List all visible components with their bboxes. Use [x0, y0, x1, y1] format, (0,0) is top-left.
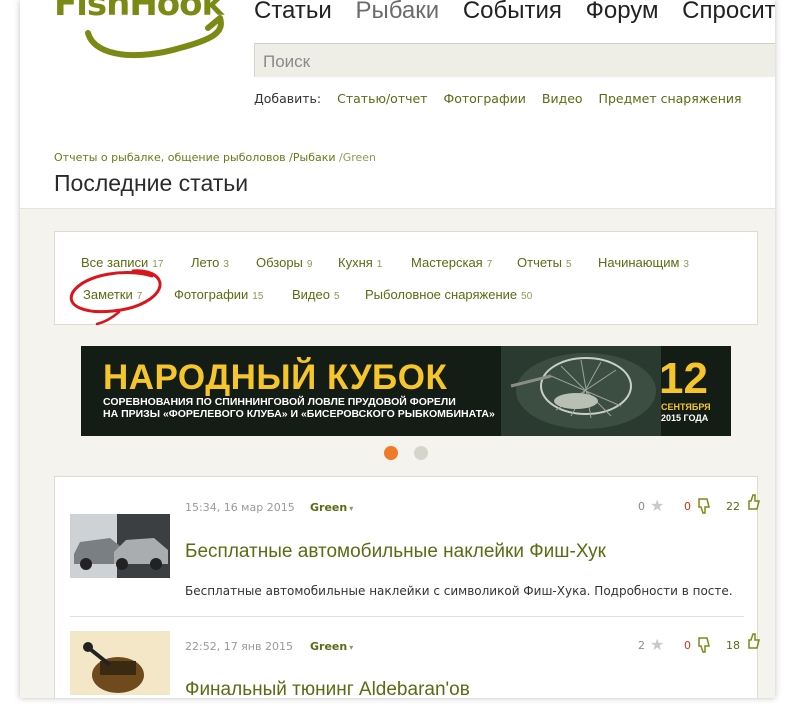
breadcrumb-fishermen[interactable]: /Рыбаки: [289, 151, 335, 164]
filter-label: Видео: [292, 287, 330, 302]
banner-subtitle: СОРЕВНОВАНИЯ ПО СПИННИНГОВОЙ ЛОВЛЕ ПРУДО…: [103, 396, 456, 408]
filter-gear[interactable]: Рыболовное снаряжение 50: [365, 287, 532, 302]
star-icon[interactable]: ★: [650, 635, 664, 654]
add-content-bar: Добавить: Статью/отчет Фотографии Видео …: [254, 91, 754, 106]
add-article-link[interactable]: Статью/отчет: [337, 91, 427, 106]
filter-kitchen[interactable]: Кухня 1: [338, 255, 382, 270]
filter-count: 5: [565, 259, 572, 270]
post-date: 15:34, 16 мар 2015: [185, 501, 295, 514]
fishing-reel-image-icon: [70, 631, 170, 695]
favorites-count: 0: [638, 500, 645, 513]
post-divider: [70, 616, 744, 617]
category-filters: Все записи 17 Лето 3 Обзоры 9 Кухня 1 Мастер…: [54, 231, 758, 326]
filter-reviews[interactable]: Обзоры 9: [256, 255, 312, 270]
nav-articles[interactable]: Статьи: [254, 0, 332, 24]
filter-photos[interactable]: Фотографии 15: [174, 287, 263, 302]
chevron-down-icon: ▾: [349, 643, 354, 652]
filter-beginners[interactable]: Начинающим 3: [598, 255, 689, 270]
breadcrumb-home[interactable]: Отчеты о рыбалке, общение рыболовов: [54, 151, 286, 164]
main-nav: Статьи Рыбаки События Форум Спросит: [254, 0, 775, 25]
post-author[interactable]: Green ▾: [310, 501, 353, 514]
logo-wordmark: FishHook: [54, 0, 224, 24]
star-icon[interactable]: ★: [650, 496, 664, 515]
filter-count: 3: [683, 259, 689, 270]
post-date: 22:52, 17 янв 2015: [185, 640, 293, 653]
filter-label: Мастерская: [411, 255, 483, 270]
filter-label: Начинающим: [598, 255, 680, 270]
filter-label: Фотографии: [174, 287, 249, 302]
banner-year: 2015 ГОДА: [661, 413, 709, 423]
chevron-down-icon: ▾: [349, 504, 354, 513]
filter-label: Кухня: [338, 255, 373, 270]
thumbs-up-icon[interactable]: [746, 493, 762, 511]
filter-label: Лето: [191, 255, 220, 270]
filter-count: 50: [521, 291, 533, 302]
post-title[interactable]: Бесплатные автомобильные наклейки Фиш-Ху…: [185, 541, 606, 563]
author-name: Green: [310, 501, 348, 514]
nav-ask[interactable]: Спросит: [682, 0, 775, 24]
thumbs-up-icon[interactable]: [746, 632, 762, 650]
post-title[interactable]: Финальный тюнинг Aldebaran'ов: [185, 679, 470, 698]
filter-video[interactable]: Видео 5: [292, 287, 340, 302]
filter-count: 5: [333, 291, 340, 302]
promo-banner[interactable]: НАРОДНЫЙ КУБОК СОРЕВНОВАНИЯ ПО СПИННИНГО…: [81, 346, 731, 436]
author-name: Green: [310, 640, 348, 653]
banner-subtitle-2: НА ПРИЗЫ «ФОРЕЛЕВОГО КЛУБА» И «БИСЕРОВСК…: [103, 408, 495, 420]
search-input[interactable]: Поиск: [254, 43, 775, 77]
breadcrumb: Отчеты о рыбалке, общение рыболовов /Рыб…: [54, 151, 376, 164]
filter-reports[interactable]: Отчеты 5: [517, 255, 572, 270]
filter-label: Отчеты: [517, 255, 562, 270]
site-logo[interactable]: FishHook: [50, 0, 230, 59]
add-gear-link[interactable]: Предмет снаряжения: [599, 91, 742, 106]
post-excerpt: Бесплатные автомобильные наклейки с симв…: [185, 584, 733, 598]
filter-count: 9: [306, 259, 313, 270]
likes-count: 18: [726, 639, 740, 652]
filter-count: 3: [223, 259, 229, 270]
page-title: Последние статьи: [54, 170, 249, 196]
thumbs-down-icon[interactable]: [696, 636, 712, 654]
filter-label: Рыболовное снаряжение: [365, 287, 518, 302]
slider-dot[interactable]: [414, 446, 428, 460]
post-thumbnail[interactable]: [70, 514, 170, 578]
car-image-icon: [70, 514, 170, 578]
page-frame: FishHook Статьи Рыбаки События Форум Спр…: [20, 0, 775, 698]
thumbs-down-icon[interactable]: [696, 497, 712, 515]
favorites-count: 2: [638, 639, 645, 652]
slider-dot-active[interactable]: [384, 446, 398, 460]
add-photos-link[interactable]: Фотографии: [443, 91, 525, 106]
nav-forum[interactable]: Форум: [586, 0, 659, 24]
banner-day: 12: [659, 354, 708, 403]
dislikes-count: 0: [684, 639, 691, 652]
banner-month: СЕНТЯБРЯ: [661, 402, 711, 412]
add-video-link[interactable]: Видео: [542, 91, 583, 106]
breadcrumb-current: /Green: [339, 151, 377, 164]
site-header: FishHook Статьи Рыбаки События Форум Спр…: [20, 0, 775, 209]
filter-label: Обзоры: [256, 255, 303, 270]
filter-count: 1: [376, 259, 383, 270]
add-label: Добавить:: [254, 91, 322, 106]
filter-count: 15: [252, 291, 264, 302]
post-author[interactable]: Green ▾: [310, 640, 353, 653]
dislikes-count: 0: [684, 500, 691, 513]
post-thumbnail[interactable]: [70, 631, 170, 695]
nav-fishermen[interactable]: Рыбаки: [355, 0, 439, 24]
likes-count: 22: [726, 500, 740, 513]
red-circle-annotation: [69, 269, 162, 326]
nav-events[interactable]: События: [463, 0, 562, 24]
posts-list: 15:34, 16 мар 2015 Green ▾ 0 ★ 0 22 Беспл…: [54, 476, 760, 698]
filter-summer[interactable]: Лето 3: [191, 255, 229, 270]
filter-workshop[interactable]: Мастерская 7: [411, 255, 492, 270]
filter-count: 7: [486, 259, 493, 270]
banner-title: НАРОДНЫЙ КУБОК: [103, 358, 448, 397]
